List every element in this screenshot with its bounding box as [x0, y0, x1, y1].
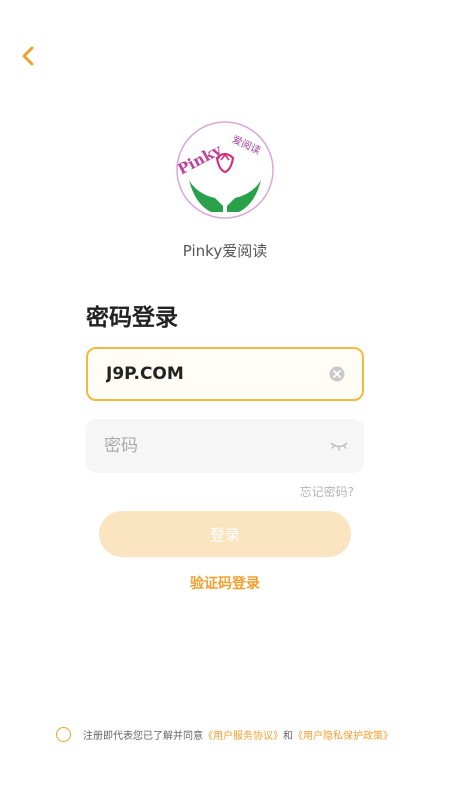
toggle-visibility-button[interactable]	[328, 435, 350, 457]
agreement-and: 和	[283, 731, 293, 742]
eye-closed-icon	[330, 442, 348, 451]
back-button[interactable]	[14, 42, 42, 70]
code-login-link[interactable]: 验证码登录	[0, 573, 450, 593]
forgot-password-link[interactable]: 忘记密码?	[300, 483, 354, 500]
password-input[interactable]	[104, 436, 328, 456]
username-field[interactable]	[86, 347, 364, 401]
service-agreement-link[interactable]: 《用户服务协议》	[203, 727, 283, 742]
clear-icon	[329, 366, 345, 382]
login-button[interactable]: 登录	[99, 511, 351, 557]
app-logo: Pinky 爱阅读	[175, 120, 275, 220]
agreement: 注册即代表您已了解并同意 《用户服务协议》 和 《用户隐私保护政策》	[56, 727, 393, 742]
app-name: Pinky爱阅读	[182, 242, 268, 260]
privacy-policy-link[interactable]: 《用户隐私保护政策》	[293, 727, 393, 742]
page-title: 密码登录	[86, 305, 178, 331]
agreement-prefix: 注册即代表您已了解并同意	[83, 731, 203, 742]
clear-button[interactable]	[326, 363, 348, 385]
agreement-checkbox[interactable]	[56, 727, 71, 742]
username-input[interactable]	[106, 364, 326, 384]
password-field[interactable]	[86, 419, 364, 473]
chevron-left-icon	[22, 46, 34, 66]
